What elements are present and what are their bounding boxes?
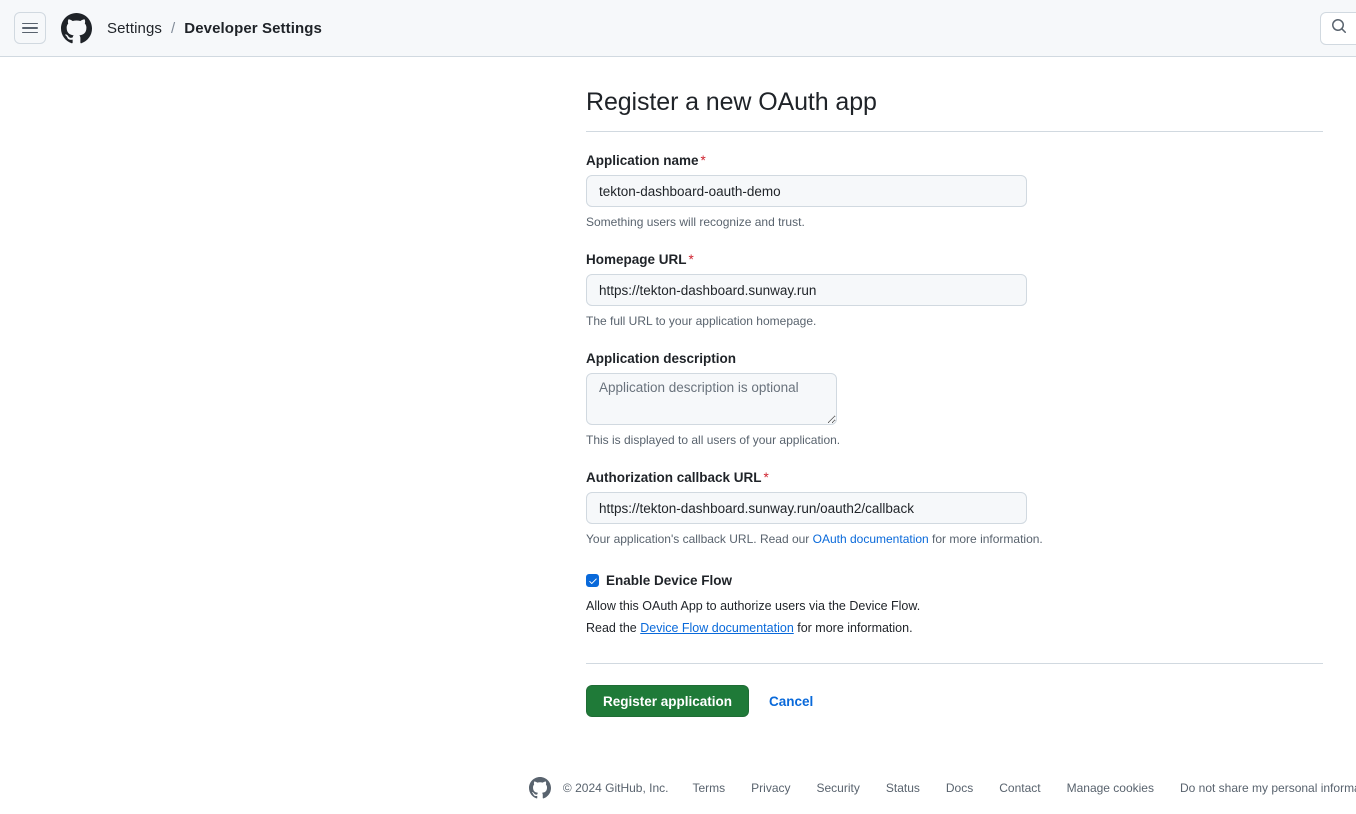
footer-copyright: © 2024 GitHub, Inc. bbox=[563, 781, 669, 795]
footer-link-terms[interactable]: Terms bbox=[692, 781, 725, 795]
breadcrumb-separator: / bbox=[171, 20, 175, 37]
checkmark-icon bbox=[588, 576, 598, 586]
field-authorization-callback-url: Authorization callback URL* Your applica… bbox=[586, 449, 1323, 548]
footer-link-status[interactable]: Status bbox=[886, 781, 920, 795]
breadcrumb-current: Developer Settings bbox=[184, 20, 322, 37]
device-flow-checkbox-row[interactable]: Enable Device Flow bbox=[586, 548, 1323, 588]
application-description-textarea[interactable] bbox=[586, 373, 837, 425]
footer-link-docs[interactable]: Docs bbox=[946, 781, 973, 795]
device-flow-documentation-link[interactable]: Device Flow documentation bbox=[640, 621, 794, 635]
search-icon bbox=[1331, 18, 1347, 39]
required-asterisk: * bbox=[701, 153, 706, 168]
field-application-description: Application description This is displaye… bbox=[586, 330, 1323, 449]
application-description-label: Application description bbox=[586, 351, 1323, 366]
app-header: Settings / Developer Settings bbox=[0, 0, 1356, 57]
authorization-callback-url-label-text: Authorization callback URL bbox=[586, 470, 762, 485]
authorization-callback-url-label: Authorization callback URL* bbox=[586, 470, 1323, 485]
form-actions: Register application Cancel bbox=[586, 664, 1323, 717]
footer-link-do-not-share[interactable]: Do not share my personal information bbox=[1180, 781, 1356, 795]
application-description-help: This is displayed to all users of your a… bbox=[586, 431, 1323, 449]
device-flow-help: Allow this OAuth App to authorize users … bbox=[586, 596, 1323, 639]
page-footer: © 2024 GitHub, Inc. Terms Privacy Securi… bbox=[586, 777, 1323, 799]
homepage-url-help: The full URL to your application homepag… bbox=[586, 312, 1323, 330]
github-logo-icon[interactable] bbox=[61, 13, 92, 44]
footer-link-manage-cookies[interactable]: Manage cookies bbox=[1067, 781, 1154, 795]
enable-device-flow-label[interactable]: Enable Device Flow bbox=[606, 573, 732, 588]
hamburger-menu-icon[interactable] bbox=[14, 12, 46, 44]
oauth-app-form: Register a new OAuth app Application nam… bbox=[586, 87, 1323, 799]
page-title: Register a new OAuth app bbox=[586, 87, 1323, 131]
device-flow-help-after: for more information. bbox=[794, 621, 913, 635]
page-body: Register a new OAuth app Application nam… bbox=[0, 57, 1356, 799]
application-name-help: Something users will recognize and trust… bbox=[586, 213, 1323, 231]
oauth-documentation-link[interactable]: OAuth documentation bbox=[813, 532, 929, 546]
homepage-url-input[interactable] bbox=[586, 274, 1027, 306]
authorization-callback-url-input[interactable] bbox=[586, 492, 1027, 524]
device-flow-help-line1: Allow this OAuth App to authorize users … bbox=[586, 596, 1323, 618]
register-application-button[interactable]: Register application bbox=[586, 685, 749, 717]
breadcrumb-settings-link[interactable]: Settings bbox=[107, 20, 162, 37]
device-flow-help-before: Read the bbox=[586, 621, 640, 635]
device-flow-help-line2: Read the Device Flow documentation for m… bbox=[586, 618, 1323, 640]
authorization-callback-url-help: Your application's callback URL. Read ou… bbox=[586, 530, 1323, 548]
enable-device-flow-checkbox[interactable] bbox=[586, 574, 599, 587]
homepage-url-label-text: Homepage URL bbox=[586, 252, 687, 267]
cancel-link[interactable]: Cancel bbox=[769, 694, 813, 709]
breadcrumb: Settings / Developer Settings bbox=[107, 20, 322, 37]
application-name-label: Application name* bbox=[586, 153, 1323, 168]
application-description-label-text: Application description bbox=[586, 351, 736, 366]
callback-help-after: for more information. bbox=[929, 532, 1043, 546]
application-name-input[interactable] bbox=[586, 175, 1027, 207]
search-input[interactable] bbox=[1320, 12, 1356, 45]
application-name-label-text: Application name bbox=[586, 153, 699, 168]
footer-link-security[interactable]: Security bbox=[817, 781, 860, 795]
required-asterisk: * bbox=[689, 252, 694, 267]
field-application-name: Application name* Something users will r… bbox=[586, 132, 1323, 231]
github-mark-icon[interactable] bbox=[529, 777, 551, 799]
footer-link-privacy[interactable]: Privacy bbox=[751, 781, 790, 795]
footer-link-contact[interactable]: Contact bbox=[999, 781, 1040, 795]
required-asterisk: * bbox=[764, 470, 769, 485]
homepage-url-label: Homepage URL* bbox=[586, 252, 1323, 267]
callback-help-before: Your application's callback URL. Read ou… bbox=[586, 532, 813, 546]
field-homepage-url: Homepage URL* The full URL to your appli… bbox=[586, 231, 1323, 330]
